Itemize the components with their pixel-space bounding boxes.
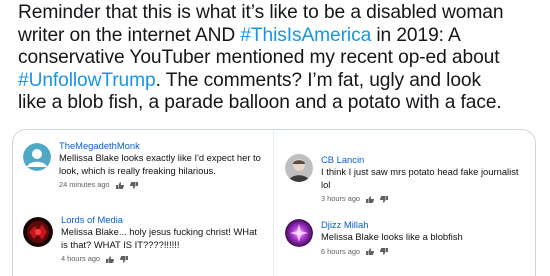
- tweet-text-segment: Reminder that this is what it’s like to …: [18, 2, 504, 23]
- purple-glow-avatar-icon[interactable]: [285, 219, 313, 247]
- thumbs-up-icon[interactable]: [366, 195, 375, 203]
- tweet-text-segment: conservative YouTuber mentioned my recen…: [18, 47, 500, 68]
- tweet-line: #UnfollowTrump. The comments? I’m fat, u…: [18, 70, 543, 93]
- comment-item: CB Lancin I think I just saw mrs potato …: [285, 154, 525, 203]
- comment-timestamp: 6 hours ago: [321, 246, 361, 256]
- tweet-line: writer on the internet AND #ThisIsAmeric…: [18, 25, 543, 48]
- comment-author-link[interactable]: Djizz Millah: [321, 219, 525, 231]
- photo-avatar-icon[interactable]: [285, 154, 313, 182]
- thumbs-down-icon[interactable]: [129, 181, 138, 189]
- comment-meta: 3 hours ago: [321, 194, 525, 204]
- comment-text: Melissa Blake... holy jesus fucking chri…: [61, 226, 257, 250]
- tweet-line: conservative YouTuber mentioned my recen…: [18, 47, 543, 70]
- tweet-text: Reminder that this is what it’s like to …: [18, 2, 543, 115]
- thumbs-up-icon[interactable]: [115, 181, 124, 189]
- comment-item: TheMegadethMonk Mellissa Blake looks exa…: [23, 140, 263, 195]
- comment-meta: 24 minutes ago: [59, 180, 263, 190]
- thumbs-down-icon[interactable]: [380, 195, 389, 203]
- comment-meta: 6 hours ago: [321, 247, 525, 257]
- comment-item: Lords of Media Melissa Blake... holy jes…: [23, 214, 263, 269]
- attached-screenshot-image[interactable]: TheMegadethMonk Mellissa Blake looks exa…: [12, 129, 536, 276]
- comment-item: Djizz Millah Melissa Blake looks like a …: [285, 219, 525, 264]
- comment-timestamp: 3 hours ago: [321, 194, 361, 203]
- comment-timestamp: 4 hours ago: [61, 254, 101, 263]
- thumbs-up-icon[interactable]: [106, 255, 115, 263]
- comment-meta: 4 hours ago: [61, 254, 263, 264]
- tweet-line: Reminder that this is what it’s like to …: [18, 2, 543, 25]
- tweet-text-segment: like a blob fish, a parade balloon and a…: [18, 92, 502, 113]
- comment-author-link[interactable]: CB Lancin: [321, 154, 525, 166]
- default-person-avatar-icon[interactable]: [23, 143, 51, 171]
- tweet-text-segment: in 2019: A: [371, 24, 461, 46]
- tweet-line: like a blob fish, a parade balloon and a…: [18, 92, 543, 115]
- tweet-text-segment: . The comments? I’m fat, ugly and look: [155, 69, 481, 91]
- comment-text: Mellissa Blake looks exactly like I'd ex…: [59, 152, 261, 176]
- hashtag-link-unfollowtrump[interactable]: #UnfollowTrump: [18, 70, 156, 91]
- red-graphic-avatar-icon[interactable]: [23, 217, 53, 247]
- thumbs-down-icon[interactable]: [380, 248, 389, 255]
- comment-author-link[interactable]: TheMegadethMonk: [59, 140, 263, 152]
- thumbs-down-icon[interactable]: [120, 255, 129, 263]
- column-divider: [273, 130, 274, 276]
- hashtag-link-thisisamerica[interactable]: #ThisIsAmerica: [240, 25, 371, 46]
- comment-author-link[interactable]: Lords of Media: [61, 214, 263, 226]
- thumbs-up-icon[interactable]: [366, 248, 375, 255]
- tweet-text-segment: writer on the internet AND: [18, 24, 241, 46]
- comment-text: I think I just saw mrs potato head fake …: [321, 166, 519, 190]
- comment-text: Melissa Blake looks like a blobfish: [321, 231, 463, 242]
- comment-timestamp: 24 minutes ago: [59, 180, 110, 189]
